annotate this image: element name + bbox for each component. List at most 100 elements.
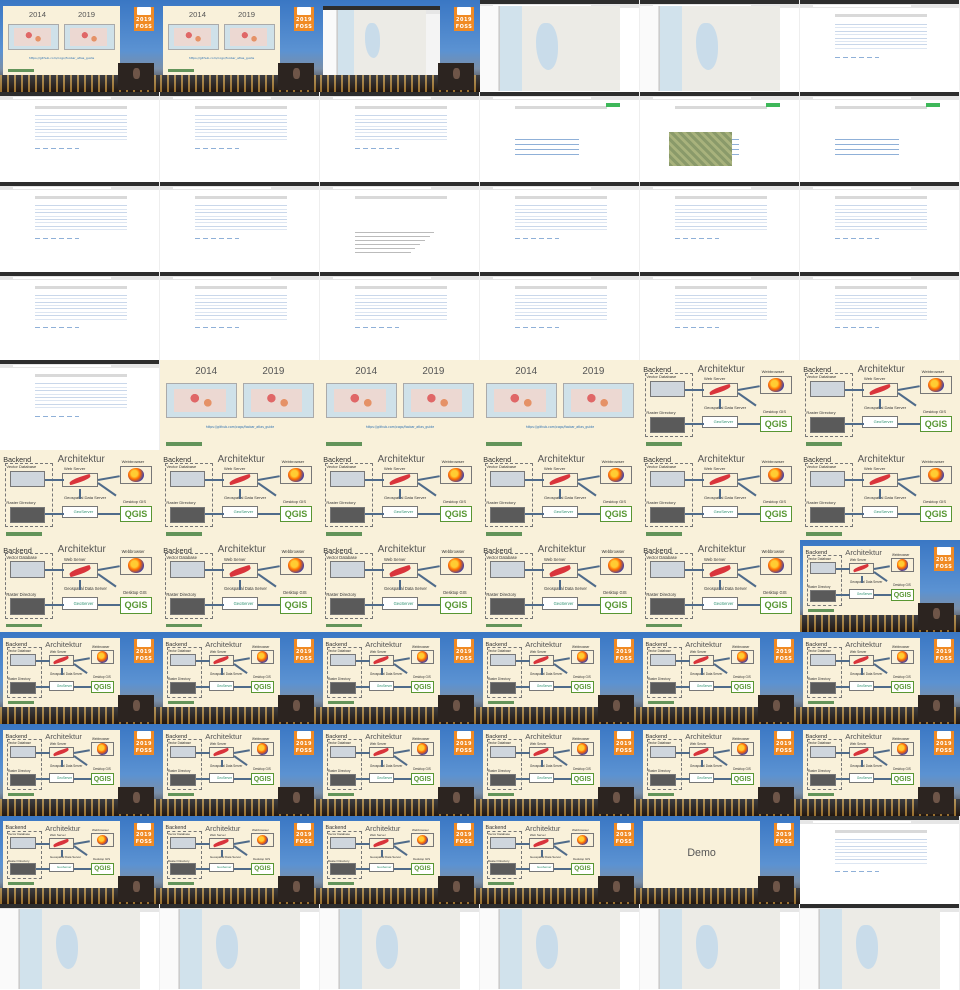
vector-database-label: Vector Database — [646, 464, 677, 470]
thumbnail-1: 2014 2019 https://github.com/cogo/foobar_a… — [0, 0, 160, 92]
list-row — [34, 298, 128, 300]
vector-database-icons — [169, 561, 205, 578]
raster-directory-label: Raster Directory — [807, 676, 831, 681]
page-header-bar — [674, 196, 768, 199]
list-row — [514, 311, 608, 313]
speaker-camera — [438, 694, 474, 723]
foss4g-logo-text: FOSS — [775, 748, 793, 755]
list-row — [674, 219, 768, 220]
map-layer-panel — [640, 909, 660, 990]
arrow-4 — [577, 604, 600, 607]
slide-title: Architektur — [377, 453, 425, 465]
web-server-label: Web Server — [224, 466, 246, 472]
raster-directory-label: Raster Directory — [167, 676, 191, 681]
foss4g-logo-year: 2019 — [136, 17, 152, 24]
arrow-3 — [74, 839, 91, 845]
raster-directory-label: Raster Directory — [327, 858, 350, 863]
thumbnail-31: Architektur Backend Vector Database Raster … — [0, 450, 160, 540]
webbrowser-label: Webbrowser — [571, 644, 590, 649]
slide-footer-logo — [486, 623, 522, 628]
pagination-link — [218, 237, 224, 239]
foss4g-logo-year: 2019 — [136, 649, 152, 656]
speaker-camera — [278, 62, 314, 91]
geospatial-data-server-label: Geospatial Data Server — [224, 495, 267, 500]
geoserver-label: GeoServer — [536, 775, 553, 780]
vector-database-label: Vector Database — [6, 464, 37, 470]
raster-directory-label: Raster Directory — [326, 591, 357, 597]
list-row — [354, 115, 448, 117]
arrow-1 — [524, 569, 544, 572]
slide: Architektur Backend Vector Database Raster … — [163, 637, 280, 708]
thumbnail-37: Architektur Backend Vector Database Raster … — [0, 540, 160, 632]
vector-database-icons — [809, 470, 845, 487]
arrow-4 — [97, 513, 120, 515]
slide-title: Architektur — [205, 732, 242, 742]
slide-footer-logo — [807, 701, 834, 704]
raster-directory-label: Raster Directory — [486, 591, 517, 597]
raster-directory-icons — [490, 773, 516, 787]
arrow-1 — [35, 659, 50, 662]
desktop-gis-label: Desktop GIS — [603, 498, 627, 504]
arrow-1 — [195, 751, 210, 754]
slide-footer-logo — [326, 441, 362, 446]
geoserver-label: GeoServer — [233, 509, 254, 515]
desktop-gis-label: Desktop GIS — [253, 675, 271, 680]
arrow-2 — [195, 686, 210, 689]
raster-directory-label: Raster Directory — [7, 858, 30, 863]
foss4g-logo: 2019 FOSS — [454, 639, 474, 664]
arrow-2 — [684, 423, 704, 425]
thumbnail-48: Architektur Backend Vector Database Raster … — [800, 632, 960, 724]
arrow-4 — [417, 513, 440, 515]
slide-title: Architektur — [697, 363, 745, 375]
arrow-3 — [74, 749, 91, 754]
vector-database-icons — [329, 561, 365, 578]
vector-database-icons — [170, 745, 196, 759]
raster-directory-label: Raster Directory — [807, 584, 831, 589]
list-row — [834, 305, 928, 307]
slide-title: Architektur — [57, 543, 106, 555]
web-server-label: Web Server — [369, 742, 387, 747]
geoserver-label: GeoServer — [216, 865, 232, 870]
pagination-link — [58, 326, 64, 328]
foss4g-logo-year: 2019 — [296, 649, 312, 656]
arrow-4 — [714, 686, 731, 689]
arrow-6 — [239, 488, 241, 499]
arrow-1 — [35, 751, 50, 754]
arrow-3 — [234, 749, 251, 754]
slide: Architektur Backend Vector Database Raster … — [160, 540, 320, 632]
speaker-camera — [278, 875, 314, 903]
geospatial-data-server-label: Geospatial Data Server — [704, 405, 747, 410]
pagination-link — [674, 326, 680, 328]
action-button — [605, 102, 620, 107]
qgis-logo: QGIS — [90, 680, 115, 694]
slide: Architektur Backend Vector Database Raster … — [163, 821, 280, 889]
arrow-6 — [559, 579, 561, 590]
pagination-link — [842, 326, 848, 328]
speaker-camera — [758, 786, 794, 815]
web-server-label: Web Server — [864, 376, 886, 382]
slide: Architektur Backend Vector Database Raster … — [320, 540, 480, 632]
pagination-link — [858, 326, 864, 328]
arrow-1 — [515, 842, 530, 845]
webbrowser-label: Webbrowser — [91, 827, 109, 832]
arrow-3 — [737, 565, 760, 572]
pagination-link — [514, 237, 520, 239]
satellite-preview — [668, 131, 733, 166]
vector-database-label: Vector Database — [647, 648, 671, 653]
list-row — [834, 222, 928, 224]
arrow-6 — [700, 759, 703, 767]
firefox-icon — [96, 651, 109, 663]
webbrowser-label: Webbrowser — [251, 736, 270, 741]
list-row — [34, 229, 128, 231]
arrow-6 — [60, 759, 63, 767]
webbrowser-label: Webbrowser — [601, 459, 625, 464]
browser-address-bar — [332, 187, 432, 189]
geoserver-label: GeoServer — [56, 683, 73, 688]
foss4g-logo: 2019 FOSS — [774, 823, 794, 846]
desktop-gis-label: Desktop GIS — [413, 857, 431, 862]
vector-database-label: Vector Database — [646, 554, 677, 560]
list-row — [834, 212, 928, 214]
list-row — [194, 311, 288, 313]
foss4g-logo: 2019 FOSS — [774, 731, 794, 756]
foss4g-logo: 2019 FOSS — [134, 7, 154, 32]
